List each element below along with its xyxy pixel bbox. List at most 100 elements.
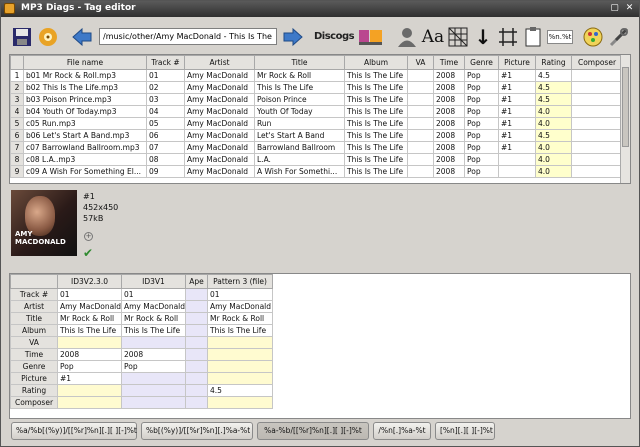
- cell-file[interactable]: b06 Let's Start A Band.mp3: [23, 129, 147, 142]
- row-number[interactable]: 5: [10, 117, 24, 130]
- cell-rating[interactable]: 4.0: [535, 117, 572, 130]
- cell-va[interactable]: [407, 165, 434, 178]
- tag-cell-id3v1[interactable]: 2008: [121, 348, 186, 361]
- cell-composer[interactable]: [571, 141, 623, 154]
- cell-artist[interactable]: Amy MacDonald: [184, 93, 255, 106]
- file-row[interactable]: 8 c08 L.A..mp3 08 Amy MacDonald L.A. This Is …: [10, 153, 623, 166]
- cell-composer[interactable]: [571, 105, 623, 118]
- cell-composer[interactable]: [571, 117, 623, 130]
- reload-icon[interactable]: [36, 25, 60, 49]
- cell-va[interactable]: [407, 117, 434, 130]
- cell-title[interactable]: Let's Start A Band: [254, 129, 345, 142]
- cell-artist[interactable]: Amy MacDonald: [184, 69, 255, 82]
- cell-time[interactable]: 2008: [433, 105, 465, 118]
- cell-picture[interactable]: #1: [498, 117, 536, 130]
- column-header-album[interactable]: Album: [344, 55, 408, 70]
- tag-cell-id3v1[interactable]: [121, 396, 186, 409]
- cell-picture[interactable]: #1: [498, 81, 536, 94]
- cell-composer[interactable]: [571, 153, 623, 166]
- tag-cell-id3v1[interactable]: Mr Rock & Roll: [121, 312, 186, 325]
- folder-path-input[interactable]: [99, 28, 277, 45]
- cell-album[interactable]: This Is The Life: [344, 81, 408, 94]
- cell-file[interactable]: b02 This Is The Life.mp3: [23, 81, 147, 94]
- tag-cell-id3v2[interactable]: 01: [57, 288, 122, 301]
- tag-cell-pattern[interactable]: Amy MacDonald: [207, 300, 273, 313]
- cell-picture[interactable]: #1: [498, 129, 536, 142]
- cell-time[interactable]: 2008: [433, 165, 465, 178]
- tag-cell-id3v2[interactable]: [57, 384, 122, 397]
- tag-cell-pattern[interactable]: [207, 396, 273, 409]
- table-icon[interactable]: [496, 25, 520, 49]
- cell-genre[interactable]: Pop: [464, 117, 499, 130]
- tag-cell-pattern[interactable]: [207, 372, 273, 385]
- tag-cell-id3v2[interactable]: 2008: [57, 348, 122, 361]
- cell-artist[interactable]: Amy MacDonald: [184, 105, 255, 118]
- tag-cell-id3v1[interactable]: 01: [121, 288, 186, 301]
- cell-picture[interactable]: [498, 153, 536, 166]
- cell-title[interactable]: Barrowland Ballroom: [254, 141, 345, 154]
- column-header-time[interactable]: Time: [433, 55, 465, 70]
- cell-track[interactable]: 08: [146, 153, 185, 166]
- file-row[interactable]: 1 b01 Mr Rock & Roll.mp3 01 Amy MacDonald Mr…: [10, 69, 623, 82]
- add-picture-icon[interactable]: +: [84, 232, 93, 241]
- tag-cell-pattern[interactable]: Mr Rock & Roll: [207, 312, 273, 325]
- cell-genre[interactable]: Pop: [464, 105, 499, 118]
- tag-cell-id3v2[interactable]: [57, 396, 122, 409]
- cell-artist[interactable]: Amy MacDonald: [184, 117, 255, 130]
- save-icon[interactable]: [10, 25, 34, 49]
- column-header-id3v2[interactable]: ID3V2.3.0: [57, 274, 122, 289]
- cell-picture[interactable]: #1: [498, 93, 536, 106]
- cell-track[interactable]: 09: [146, 165, 185, 178]
- cell-composer[interactable]: [571, 69, 623, 82]
- tag-cell-pattern[interactable]: [207, 348, 273, 361]
- tag-cell-ape[interactable]: [185, 372, 208, 385]
- column-header-title[interactable]: Title: [254, 55, 345, 70]
- tag-cell-id3v2[interactable]: [57, 336, 122, 349]
- column-header-composer[interactable]: Composer: [571, 55, 623, 70]
- column-header-va[interactable]: VA: [407, 55, 434, 70]
- cell-title[interactable]: L.A.: [254, 153, 345, 166]
- tag-cell-ape[interactable]: [185, 348, 208, 361]
- tag-cell-pattern[interactable]: This Is The Life: [207, 324, 273, 337]
- file-row[interactable]: 7 c07 Barrowland Ballroom.mp3 07 Amy MacDon…: [10, 141, 623, 154]
- grid-icon[interactable]: [446, 25, 470, 49]
- column-header-id3v1[interactable]: ID3V1: [121, 274, 186, 289]
- cell-rating[interactable]: 4.0: [535, 153, 572, 166]
- file-row[interactable]: 9 c09 A Wish For Something El... 09 Amy Mac…: [10, 165, 623, 178]
- tag-cell-id3v1[interactable]: Pop: [121, 360, 186, 373]
- cell-file[interactable]: c09 A Wish For Something El...: [23, 165, 147, 178]
- file-row[interactable]: 5 c05 Run.mp3 05 Amy MacDonald Run This Is Th…: [10, 117, 623, 130]
- cell-va[interactable]: [407, 69, 434, 82]
- cell-rating[interactable]: 4.5: [535, 81, 572, 94]
- tag-cell-pattern[interactable]: 4.5: [207, 384, 273, 397]
- cell-genre[interactable]: Pop: [464, 153, 499, 166]
- paste-icon[interactable]: [521, 25, 545, 49]
- cell-title[interactable]: This Is The Life: [254, 81, 345, 94]
- cell-artist[interactable]: Amy MacDonald: [184, 153, 255, 166]
- tag-cell-id3v2[interactable]: #1: [57, 372, 122, 385]
- row-number[interactable]: 6: [10, 129, 24, 142]
- tag-cell-ape[interactable]: [185, 360, 208, 373]
- files-scrollbar[interactable]: [620, 55, 630, 183]
- cell-album[interactable]: This Is The Life: [344, 117, 408, 130]
- column-header-pattern[interactable]: Pattern 3 (file): [207, 274, 273, 289]
- cell-track[interactable]: 05: [146, 117, 185, 130]
- cell-time[interactable]: 2008: [433, 81, 465, 94]
- cell-rating[interactable]: 4.5: [535, 69, 572, 82]
- cell-genre[interactable]: Pop: [464, 129, 499, 142]
- cell-time[interactable]: 2008: [433, 93, 465, 106]
- cell-title[interactable]: Youth Of Today: [254, 105, 345, 118]
- column-header-track[interactable]: Track #: [146, 55, 185, 70]
- files-scrollbar-thumb[interactable]: [622, 67, 629, 147]
- cell-track[interactable]: 06: [146, 129, 185, 142]
- config-icon[interactable]: [581, 25, 605, 49]
- cell-track[interactable]: 02: [146, 81, 185, 94]
- cell-rating[interactable]: 4.5: [535, 129, 572, 142]
- cell-file[interactable]: c05 Run.mp3: [23, 117, 147, 130]
- sort-icon[interactable]: ↓: [471, 25, 495, 49]
- cell-genre[interactable]: Pop: [464, 165, 499, 178]
- row-number[interactable]: 1: [10, 69, 24, 82]
- cell-title[interactable]: A Wish For Somethi...: [254, 165, 345, 178]
- cell-time[interactable]: 2008: [433, 117, 465, 130]
- pattern-button-4[interactable]: /%n[.]%a-%t: [373, 422, 431, 440]
